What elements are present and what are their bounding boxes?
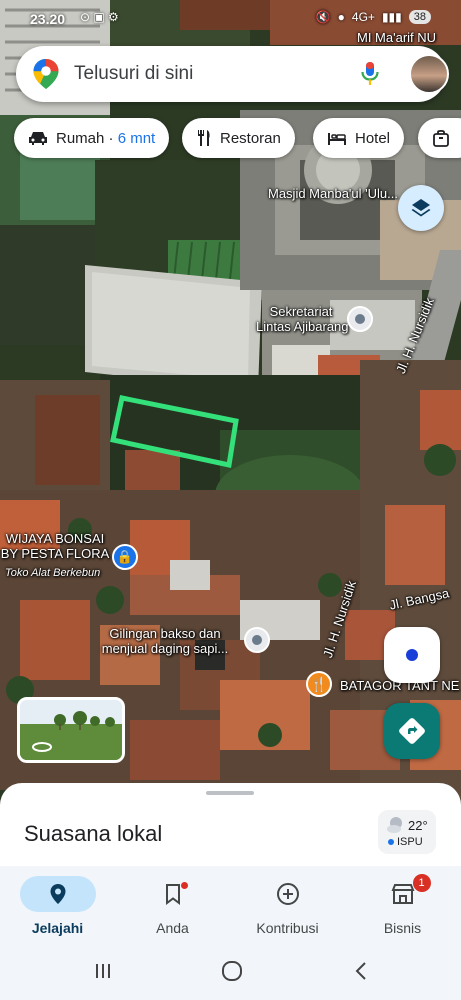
shop-lock-pin-icon[interactable]: 🔒 [112,544,138,570]
layers-button[interactable] [398,185,444,231]
chip-hotel[interactable]: Hotel [313,118,405,158]
nav-contribute-icon-wrap [250,876,326,912]
notification-dot [180,882,188,889]
nav-business-icon-wrap: 1 [365,874,441,912]
nav-business-label: Bisnis [383,920,422,936]
business-badge: 1 [412,874,431,892]
search-bar[interactable]: Telusuri di sini [16,46,449,102]
bakso-line-1: Gilingan bakso dan [109,626,221,641]
map-label-bonsai[interactable]: WIJAYA BONSAI BY PESTA FLORA [0,531,110,561]
nav-you-icon-wrap [135,876,211,912]
chip-restaurant[interactable]: Restoran [182,118,295,158]
sheet-title: Suasana lokal [24,821,163,846]
cloudy-night-icon [387,817,402,833]
map-label-bakso[interactable]: Gilingan bakso dan menjual daging sapi..… [85,626,245,656]
directions-icon [399,718,425,744]
sheet-drag-handle[interactable] [206,791,254,795]
chip-home-label: Rumah · 6 mnt [56,129,156,147]
map-label-mosque[interactable]: Masjid Manba'ul 'Ulu... [268,186,398,201]
status-time: 23.20 [30,11,66,27]
layers-icon [411,199,431,217]
recent-apps-icon[interactable] [92,960,114,982]
location-pin-icon [50,884,65,904]
chip-restaurant-label: Restoran [220,129,281,147]
bookmark-icon [165,884,180,905]
chip-home[interactable]: Rumah · 6 mnt [14,118,170,158]
chip-hotel-label: Hotel [355,129,391,147]
network-type: 4G+ [351,10,375,24]
home-icon[interactable] [221,960,243,982]
bottom-navigation: Jelajahi Anda Kontribusi 1 Bisnis [0,866,461,944]
car-icon [29,132,47,145]
mic-icon[interactable] [360,61,380,87]
bed-icon [328,133,346,145]
battery-level: 38 [408,10,431,24]
weather-widget[interactable]: 22° ISPU [378,810,436,854]
restaurant-pin-icon[interactable]: 🍴 [306,671,332,697]
nav-you[interactable]: Anda [115,872,230,938]
fork-knife-icon [198,130,210,146]
nav-explore-label: Jelajahi [31,920,84,936]
avatar[interactable] [409,54,449,94]
bag-icon [433,129,449,147]
my-location-button[interactable] [384,627,440,683]
map-label-bonsai-category: Toko Alat Berkebun [5,567,101,579]
storefront-icon [391,884,414,904]
street-view-thumbnail[interactable] [17,697,125,763]
weather-temperature: 22° [408,818,428,833]
search-placeholder[interactable]: Telusuri di sini [74,63,193,85]
plus-circle-icon [276,883,299,905]
air-quality-label: ISPU [388,836,423,848]
category-chips: Rumah · 6 mnt Restoran Hotel [0,118,461,160]
map-label-secretariat[interactable]: Sekretariat Lintas Ajibarang [256,304,349,334]
status-bar: 23.20 ⊙ ▣ ⚙ 🔇 ● 4G+ ▮▮▮ 38 [0,0,461,34]
maps-logo-icon [33,59,59,89]
place-pin-icon[interactable] [347,306,373,332]
location-dot-icon [406,649,418,661]
nav-contribute-label: Kontribusi [256,920,319,936]
chip-shopping[interactable] [418,118,461,158]
system-navigation-bar [0,944,461,1000]
signal-icon: ▮▮▮ [381,10,402,24]
bonsai-line-1: WIJAYA BONSAI [5,531,105,546]
nav-explore[interactable]: Jelajahi [0,872,115,938]
directions-button[interactable] [384,703,440,759]
nav-you-label: Anda [156,920,189,936]
place-pin-icon[interactable] [244,627,270,653]
notification-icons: ⊙ ▣ ⚙ [80,10,119,24]
nav-business[interactable]: 1 Bisnis [345,872,460,938]
location-status-icon: ● [337,10,345,24]
back-icon[interactable] [350,960,372,982]
secretariat-line-1: Sekretariat [269,304,333,319]
street-view-preview [20,700,122,760]
bonsai-line-2: BY PESTA FLORA [0,546,110,561]
nav-contribute[interactable]: Kontribusi [230,872,345,938]
status-right: 🔇 ● 4G+ ▮▮▮ 38 [316,10,431,24]
bakso-line-2: menjual daging sapi... [101,641,229,656]
mute-icon: 🔇 [315,10,331,24]
nav-explore-indicator [19,876,96,912]
secretariat-line-2: Lintas Ajibarang [256,319,349,334]
